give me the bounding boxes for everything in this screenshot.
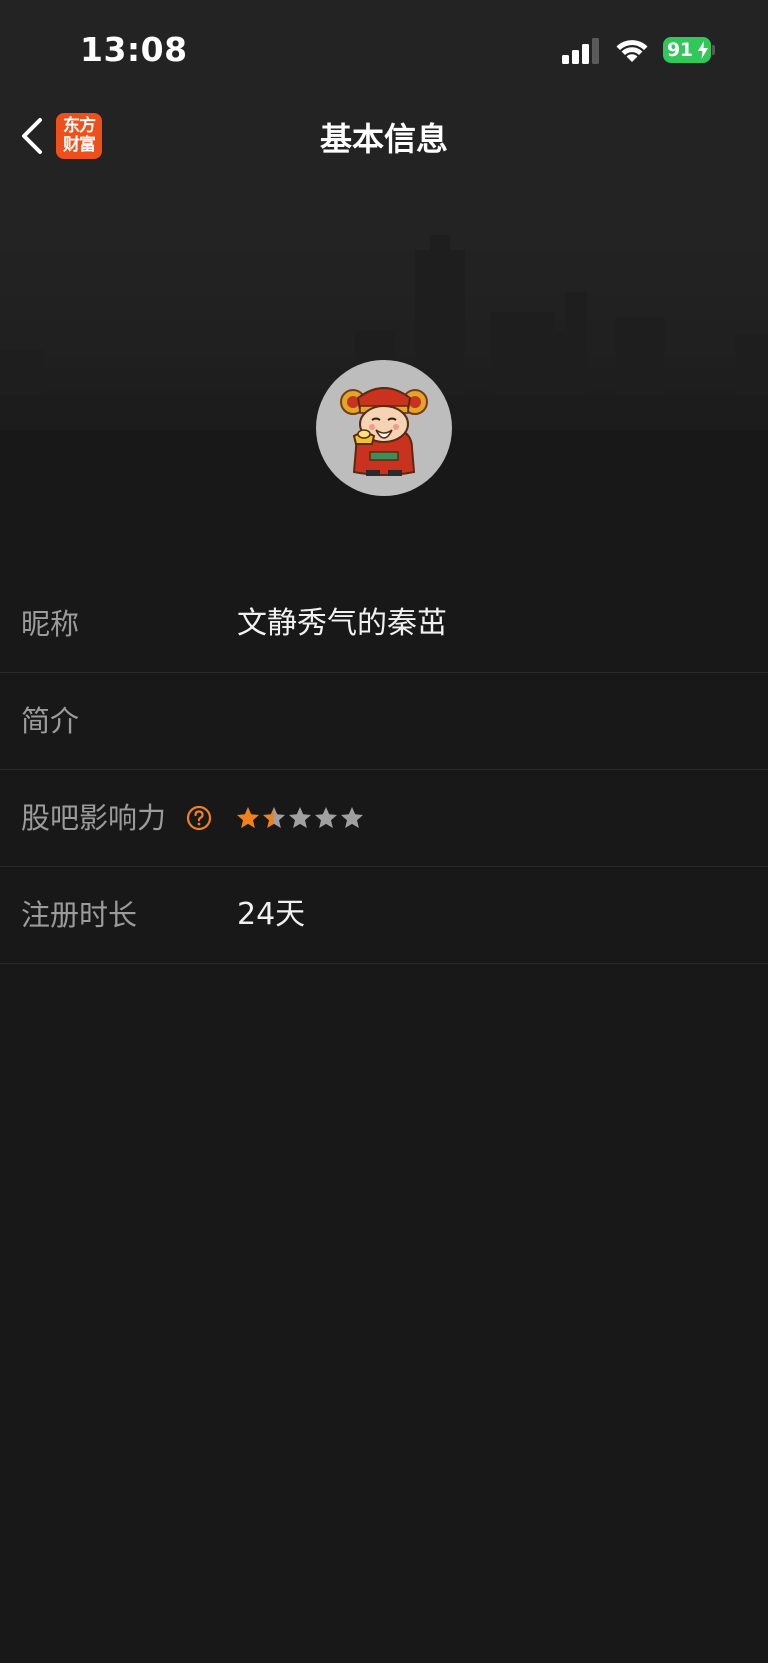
god-of-wealth-avatar-icon xyxy=(340,387,428,476)
influence-rating xyxy=(235,805,365,831)
star-empty-icon xyxy=(289,807,311,828)
registration-label: 注册时长 xyxy=(21,898,138,932)
page-title: 基本信息 xyxy=(319,120,448,158)
battery-cap xyxy=(712,45,715,55)
registration-row: 注册时长 24天 xyxy=(0,867,768,964)
wifi-icon xyxy=(616,40,648,62)
question-circle-icon[interactable] xyxy=(186,805,212,831)
influence-row: 股吧影响力 xyxy=(0,770,768,867)
bio-row[interactable]: 简介 xyxy=(0,673,768,770)
star-empty-icon xyxy=(315,807,337,828)
star-empty-icon xyxy=(341,807,363,828)
info-list: 昵称 文静秀气的秦茁 简介 股吧影响力 注册时长 24天 xyxy=(0,576,768,964)
signal-icon xyxy=(562,38,599,64)
charging-bolt-icon xyxy=(698,41,708,59)
nickname-value: 文静秀气的秦茁 xyxy=(237,606,447,641)
star-icon xyxy=(237,807,259,828)
avatar[interactable] xyxy=(316,360,452,496)
nickname-row[interactable]: 昵称 文静秀气的秦茁 xyxy=(0,576,768,673)
nickname-label: 昵称 xyxy=(21,607,80,641)
battery-icon: 91 xyxy=(663,37,715,63)
registration-value: 24天 xyxy=(237,897,306,932)
influence-label: 股吧影响力 xyxy=(21,801,167,835)
status-time: 13:08 xyxy=(80,30,188,69)
nav-bar: 东方 财富 基本信息 xyxy=(0,100,768,172)
status-bar: 13:08 91 xyxy=(0,0,768,100)
bio-label: 简介 xyxy=(21,704,80,738)
star-half-icon xyxy=(263,807,285,828)
